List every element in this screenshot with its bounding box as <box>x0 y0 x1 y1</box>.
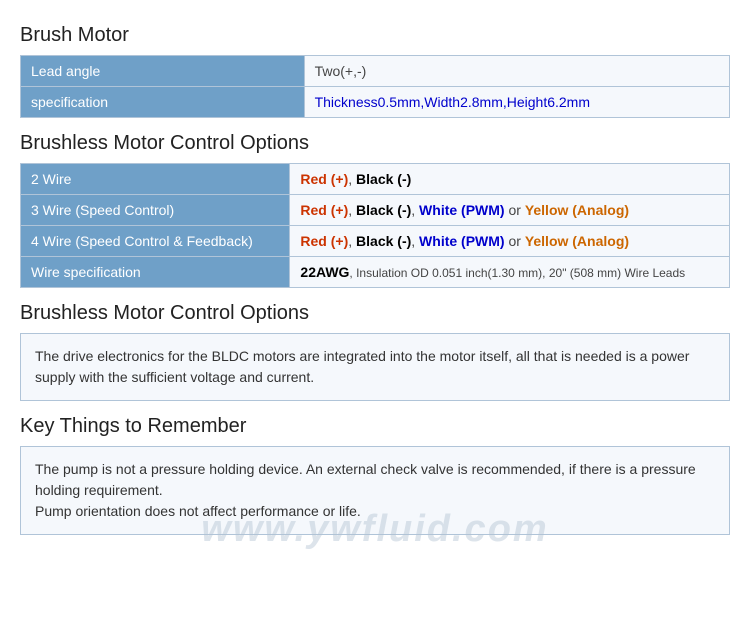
value-sep: or <box>505 202 525 218</box>
brushless-description-text: The drive electronics for the BLDC motor… <box>35 348 689 385</box>
page-container: Brush Motor Lead angle Two(+,-) specific… <box>0 0 750 561</box>
key-things-box: The pump is not a pressure holding devic… <box>20 446 730 535</box>
value-sep: , <box>411 202 419 218</box>
label-cell: 2 Wire <box>21 164 290 195</box>
value-sep: , <box>411 233 419 249</box>
label-cell: 3 Wire (Speed Control) <box>21 195 290 226</box>
value-cell: Thickness0.5mm,Width2.8mm,Height6.2mm <box>304 87 729 118</box>
value-part: White (PWM) <box>419 233 505 249</box>
value-cell: Red (+), Black (-) <box>290 164 730 195</box>
label-cell: specification <box>21 87 305 118</box>
value-part: Black (-) <box>356 233 411 249</box>
value-sep: or <box>505 233 525 249</box>
key-things-line-2: Pump orientation does not affect perform… <box>35 501 715 522</box>
value-sep: , <box>348 233 356 249</box>
brushless-description-box: The drive electronics for the BLDC motor… <box>20 333 730 401</box>
label-cell: Wire specification <box>21 257 290 288</box>
value-part: Black (-) <box>356 171 411 187</box>
value-part: Red (+) <box>300 233 348 249</box>
brushless-options-table-title: Brushless Motor Control Options <box>20 132 730 155</box>
value-part: White (PWM) <box>419 202 505 218</box>
value-part: Red (+) <box>300 202 348 218</box>
value-cell: 22AWG, Insulation OD 0.051 inch(1.30 mm)… <box>290 257 730 288</box>
brush-motor-table: Lead angle Two(+,-) specification Thickn… <box>20 55 730 118</box>
spec-value: Thickness0.5mm,Width2.8mm,Height6.2mm <box>315 94 590 110</box>
table-row: 4 Wire (Speed Control & Feedback) Red (+… <box>21 226 730 257</box>
value-cell: Two(+,-) <box>304 56 729 87</box>
value-part: Red (+) <box>300 171 348 187</box>
table-row: Lead angle Two(+,-) <box>21 56 730 87</box>
value-part: Black (-) <box>356 202 411 218</box>
table-row: Wire specification 22AWG, Insulation OD … <box>21 257 730 288</box>
label-cell: Lead angle <box>21 56 305 87</box>
value-sep: , <box>348 171 356 187</box>
value-part: , Insulation OD 0.051 inch(1.30 mm), 20"… <box>349 266 685 280</box>
value-sep: , <box>348 202 356 218</box>
value-part: Yellow (Analog) <box>525 233 629 249</box>
table-row: 3 Wire (Speed Control) Red (+), Black (-… <box>21 195 730 226</box>
brush-motor-title: Brush Motor <box>20 24 730 47</box>
brushless-options-table: 2 Wire Red (+), Black (-) 3 Wire (Speed … <box>20 163 730 288</box>
value-cell: Red (+), Black (-), White (PWM) or Yello… <box>290 195 730 226</box>
value-part: 22AWG <box>300 264 349 280</box>
brushless-description-title: Brushless Motor Control Options <box>20 302 730 325</box>
value-part: Yellow (Analog) <box>525 202 629 218</box>
key-things-line-1: The pump is not a pressure holding devic… <box>35 459 715 501</box>
table-row: 2 Wire Red (+), Black (-) <box>21 164 730 195</box>
table-row: specification Thickness0.5mm,Width2.8mm,… <box>21 87 730 118</box>
key-things-title: Key Things to Remember <box>20 415 730 438</box>
value-cell: Red (+), Black (-), White (PWM) or Yello… <box>290 226 730 257</box>
label-cell: 4 Wire (Speed Control & Feedback) <box>21 226 290 257</box>
